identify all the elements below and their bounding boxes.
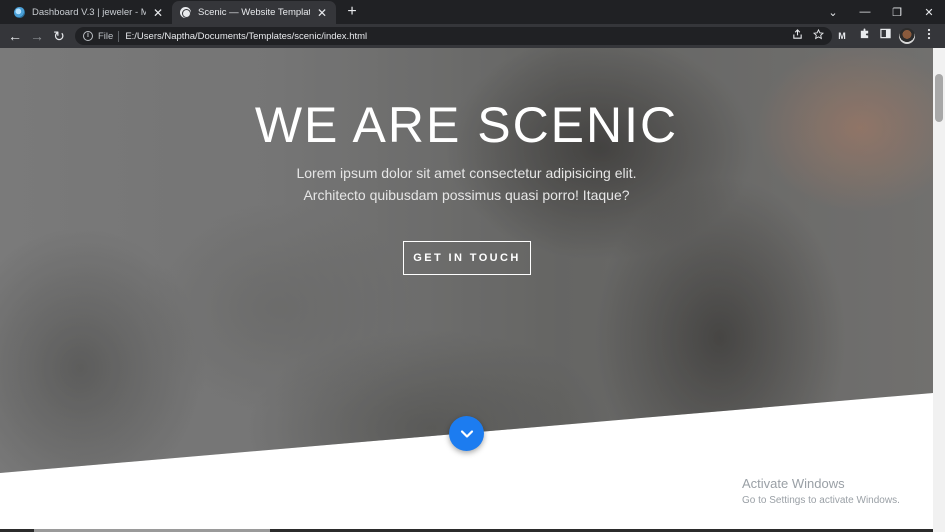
kebab-menu-icon[interactable] [921,28,937,44]
puzzle-extensions-icon[interactable] [856,28,872,44]
new-tab-button[interactable]: + [343,2,361,22]
vertical-scrollbar[interactable] [933,48,945,532]
hero-title: WE ARE SCENIC [254,97,679,153]
browser-tab-strip: Dashboard V.3 | jeweler - Material ✕ Sce… [0,0,945,24]
chevron-down-icon [460,429,473,438]
scroll-down-button[interactable] [449,416,484,451]
address-divider [118,30,120,42]
address-actions [792,27,825,45]
tab-search-chevron-icon[interactable]: ⌄ [817,0,849,24]
hero-section: WE ARE SCENIC Lorem ipsum dolor sit amet… [0,48,933,473]
profile-avatar[interactable] [899,28,915,44]
back-button[interactable]: ← [6,27,24,45]
watermark-subtitle: Go to Settings to activate Windows. [742,495,900,506]
page-viewport: WE ARE SCENIC Lorem ipsum dolor sit amet… [0,48,933,532]
restore-button[interactable]: ❐ [881,0,913,24]
url-text[interactable]: E:/Users/Naptha/Documents/Templates/scen… [125,31,367,42]
scrollbar-thumb[interactable] [935,74,943,122]
extension-m-icon[interactable]: M [834,28,850,44]
tab-dashboard[interactable]: Dashboard V.3 | jeweler - Material ✕ [6,1,172,24]
minimize-button[interactable]: — [849,0,881,24]
watermark-title: Activate Windows [742,476,845,491]
get-in-touch-button[interactable]: GET IN TOUCH [403,241,531,275]
activate-windows-watermark: Activate Windows Go to Settings to activ… [742,476,900,506]
tab-title: Dashboard V.3 | jeweler - Material [32,7,146,18]
hero-subtitle-line-1: Lorem ipsum dolor sit amet consectetur a… [296,165,637,181]
bookmark-star-icon[interactable] [812,28,825,43]
address-bar[interactable]: i File E:/Users/Naptha/Documents/Templat… [75,27,832,45]
tab-close-icon[interactable]: ✕ [152,6,164,20]
browser-toolbar: ← → ↻ i File E:/Users/Naptha/Documents/T… [0,24,945,48]
tab-favicon-icon [14,7,25,18]
share-icon[interactable] [792,29,803,43]
scheme-label: File [98,30,114,42]
info-icon[interactable]: i [83,31,93,41]
window-close-button[interactable]: ✕ [913,0,945,24]
globe-icon [180,7,191,18]
tab-title: Scenic — Website Template by Colorlib [198,7,310,18]
sidepanel-icon[interactable] [877,28,893,44]
reload-button[interactable]: ↻ [50,27,68,45]
hero-subtitle-line-2: Architecto quibusdam possimus quasi porr… [303,187,630,203]
tab-close-icon[interactable]: ✕ [316,6,328,20]
forward-button[interactable]: → [28,27,46,45]
tab-scenic[interactable]: Scenic — Website Template by Colorlib ✕ [172,1,336,24]
